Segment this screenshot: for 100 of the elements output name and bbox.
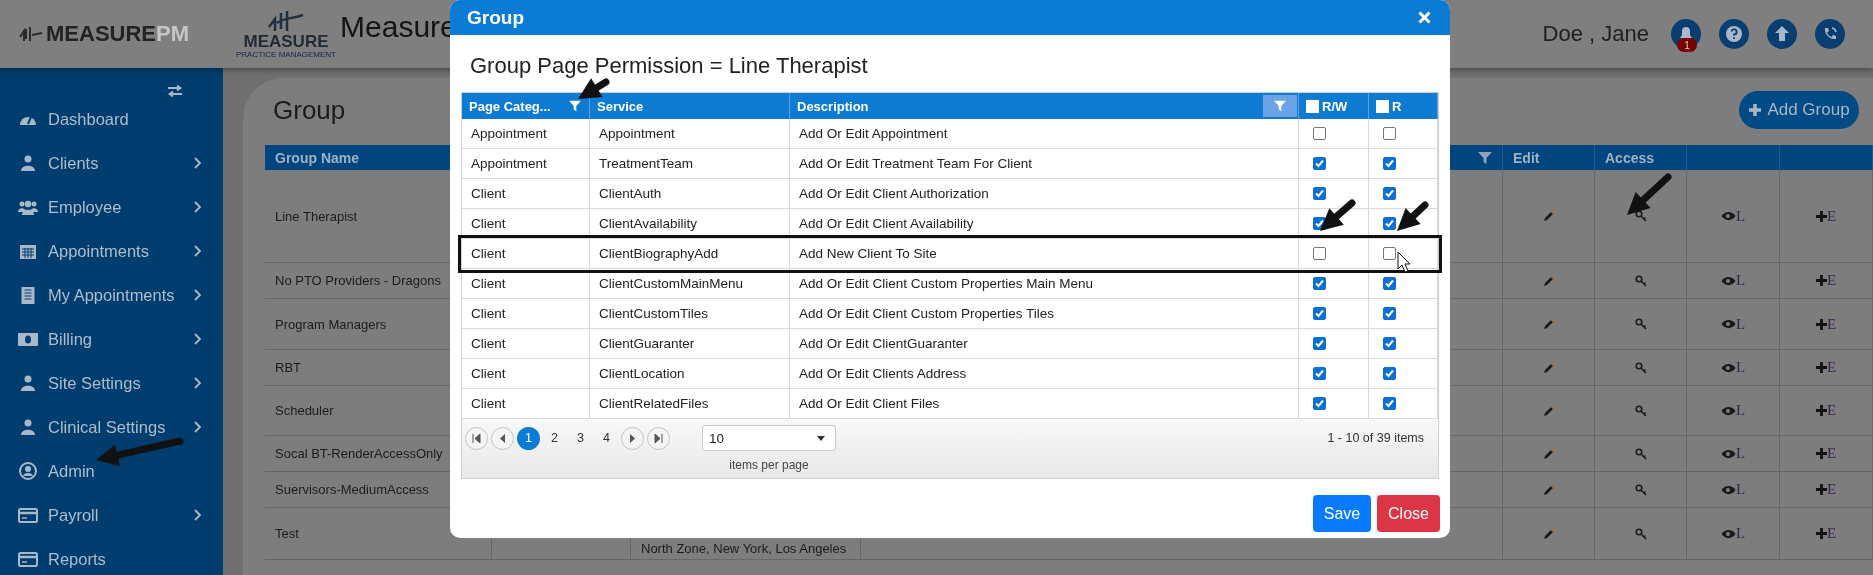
plus-icon[interactable] xyxy=(1815,405,1827,416)
plus-icon[interactable] xyxy=(1815,275,1827,286)
letter-label[interactable]: E xyxy=(1826,207,1837,225)
filter-icon[interactable] xyxy=(569,100,581,112)
key-icon[interactable] xyxy=(1634,447,1647,460)
checkbox[interactable] xyxy=(1313,277,1326,290)
phone-icon[interactable] xyxy=(1815,19,1845,49)
sidebar-item[interactable]: Admin xyxy=(0,449,223,493)
checkbox[interactable] xyxy=(1383,187,1396,200)
checkbox[interactable] xyxy=(1383,397,1396,410)
eye-icon[interactable] xyxy=(1720,528,1736,539)
key-icon[interactable] xyxy=(1634,274,1647,287)
checkbox[interactable] xyxy=(1313,367,1326,380)
eye-icon[interactable] xyxy=(1720,362,1736,373)
pencil-icon[interactable] xyxy=(1542,404,1555,417)
sidebar-item[interactable]: Site Settings xyxy=(0,361,223,405)
checkbox[interactable] xyxy=(1313,127,1326,140)
letter-label[interactable]: E xyxy=(1826,525,1837,542)
sidebar-item[interactable]: Employee xyxy=(0,185,223,229)
letter-label[interactable]: E xyxy=(1826,402,1837,419)
save-button[interactable]: Save xyxy=(1313,495,1371,532)
key-icon[interactable] xyxy=(1634,210,1647,222)
sidebar-item[interactable]: Clinical Settings xyxy=(0,405,223,449)
swap-icon[interactable] xyxy=(167,85,183,97)
sidebar-item[interactable]: Reports xyxy=(0,537,223,575)
close-button[interactable]: Close xyxy=(1377,495,1440,532)
checkbox[interactable] xyxy=(1383,127,1396,140)
last-page-button[interactable] xyxy=(647,426,670,450)
previous-page-button[interactable] xyxy=(491,426,514,450)
letter-label[interactable]: L xyxy=(1735,359,1746,376)
sidebar-item[interactable]: Appointments xyxy=(0,229,223,273)
letter-label[interactable]: L xyxy=(1735,445,1746,462)
plus-icon[interactable] xyxy=(1815,362,1827,373)
letter-label[interactable]: E xyxy=(1826,315,1837,333)
checkbox[interactable] xyxy=(1383,157,1396,170)
filter-button[interactable] xyxy=(1263,95,1297,117)
checkbox[interactable] xyxy=(1313,397,1326,410)
user-name[interactable]: Doe , Jane xyxy=(1542,21,1649,47)
page-button[interactable]: 3 xyxy=(569,426,592,450)
letter-label[interactable]: E xyxy=(1826,272,1837,289)
sidebar-item[interactable]: My Appointments xyxy=(0,273,223,317)
key-icon[interactable] xyxy=(1634,361,1647,374)
eye-icon[interactable] xyxy=(1720,275,1736,286)
pencil-icon[interactable] xyxy=(1542,527,1555,540)
sidebar-item[interactable]: Dashboard xyxy=(0,97,223,141)
plus-icon[interactable] xyxy=(1815,448,1827,459)
checkbox[interactable] xyxy=(1313,157,1326,170)
help-icon[interactable] xyxy=(1719,19,1749,49)
sidebar-item[interactable]: Billing xyxy=(0,317,223,361)
letter-label[interactable]: L xyxy=(1735,315,1746,333)
pencil-icon[interactable] xyxy=(1542,274,1555,287)
checkbox[interactable] xyxy=(1313,187,1326,200)
checkbox[interactable] xyxy=(1383,307,1396,320)
checkbox[interactable] xyxy=(1313,247,1326,260)
pencil-icon[interactable] xyxy=(1542,483,1555,496)
checkbox[interactable] xyxy=(1383,337,1396,350)
close-icon[interactable] xyxy=(1418,11,1431,24)
letter-label[interactable]: E xyxy=(1826,481,1837,498)
checkbox[interactable] xyxy=(1383,247,1396,260)
page-button[interactable]: 2 xyxy=(543,426,566,450)
letter-label[interactable]: E xyxy=(1826,445,1837,462)
pencil-icon[interactable] xyxy=(1542,447,1555,460)
eye-icon[interactable] xyxy=(1720,211,1736,221)
plus-icon[interactable] xyxy=(1815,210,1827,222)
letter-label[interactable]: L xyxy=(1735,525,1746,542)
page-button[interactable]: 4 xyxy=(595,426,618,450)
letter-label[interactable]: L xyxy=(1735,402,1746,419)
add-group-button[interactable]: Add Group xyxy=(1739,91,1859,129)
page-size-select[interactable]: 10 xyxy=(702,425,836,451)
key-icon[interactable] xyxy=(1634,483,1647,496)
pencil-icon[interactable] xyxy=(1542,210,1555,222)
sidebar-item[interactable]: Clients xyxy=(0,141,223,185)
plus-icon[interactable] xyxy=(1815,528,1827,539)
page-button[interactable]: 1 xyxy=(517,426,540,450)
checkbox[interactable] xyxy=(1313,337,1326,350)
pencil-icon[interactable] xyxy=(1542,318,1555,330)
letter-label[interactable]: E xyxy=(1826,359,1837,376)
eye-icon[interactable] xyxy=(1720,484,1736,495)
letter-label[interactable]: L xyxy=(1735,272,1746,289)
filter-icon[interactable] xyxy=(1478,150,1492,165)
first-page-button[interactable] xyxy=(465,426,488,450)
eye-icon[interactable] xyxy=(1720,405,1736,416)
checkbox[interactable] xyxy=(1383,277,1396,290)
plus-icon[interactable] xyxy=(1815,484,1827,495)
checkbox[interactable] xyxy=(1313,307,1326,320)
key-icon[interactable] xyxy=(1634,404,1647,417)
sidebar-item[interactable]: Payroll xyxy=(0,493,223,537)
eye-icon[interactable] xyxy=(1720,448,1736,459)
key-icon[interactable] xyxy=(1634,318,1647,330)
checkbox[interactable] xyxy=(1383,217,1396,230)
next-page-button[interactable] xyxy=(621,426,644,450)
pencil-icon[interactable] xyxy=(1542,361,1555,374)
checkbox[interactable] xyxy=(1383,367,1396,380)
letter-label[interactable]: L xyxy=(1735,481,1746,498)
upload-icon[interactable] xyxy=(1767,19,1797,49)
column-header: R/W xyxy=(1322,98,1348,114)
plus-icon[interactable] xyxy=(1815,318,1827,330)
letter-label[interactable]: L xyxy=(1735,207,1746,225)
eye-icon[interactable] xyxy=(1720,319,1736,329)
key-icon[interactable] xyxy=(1634,527,1647,540)
